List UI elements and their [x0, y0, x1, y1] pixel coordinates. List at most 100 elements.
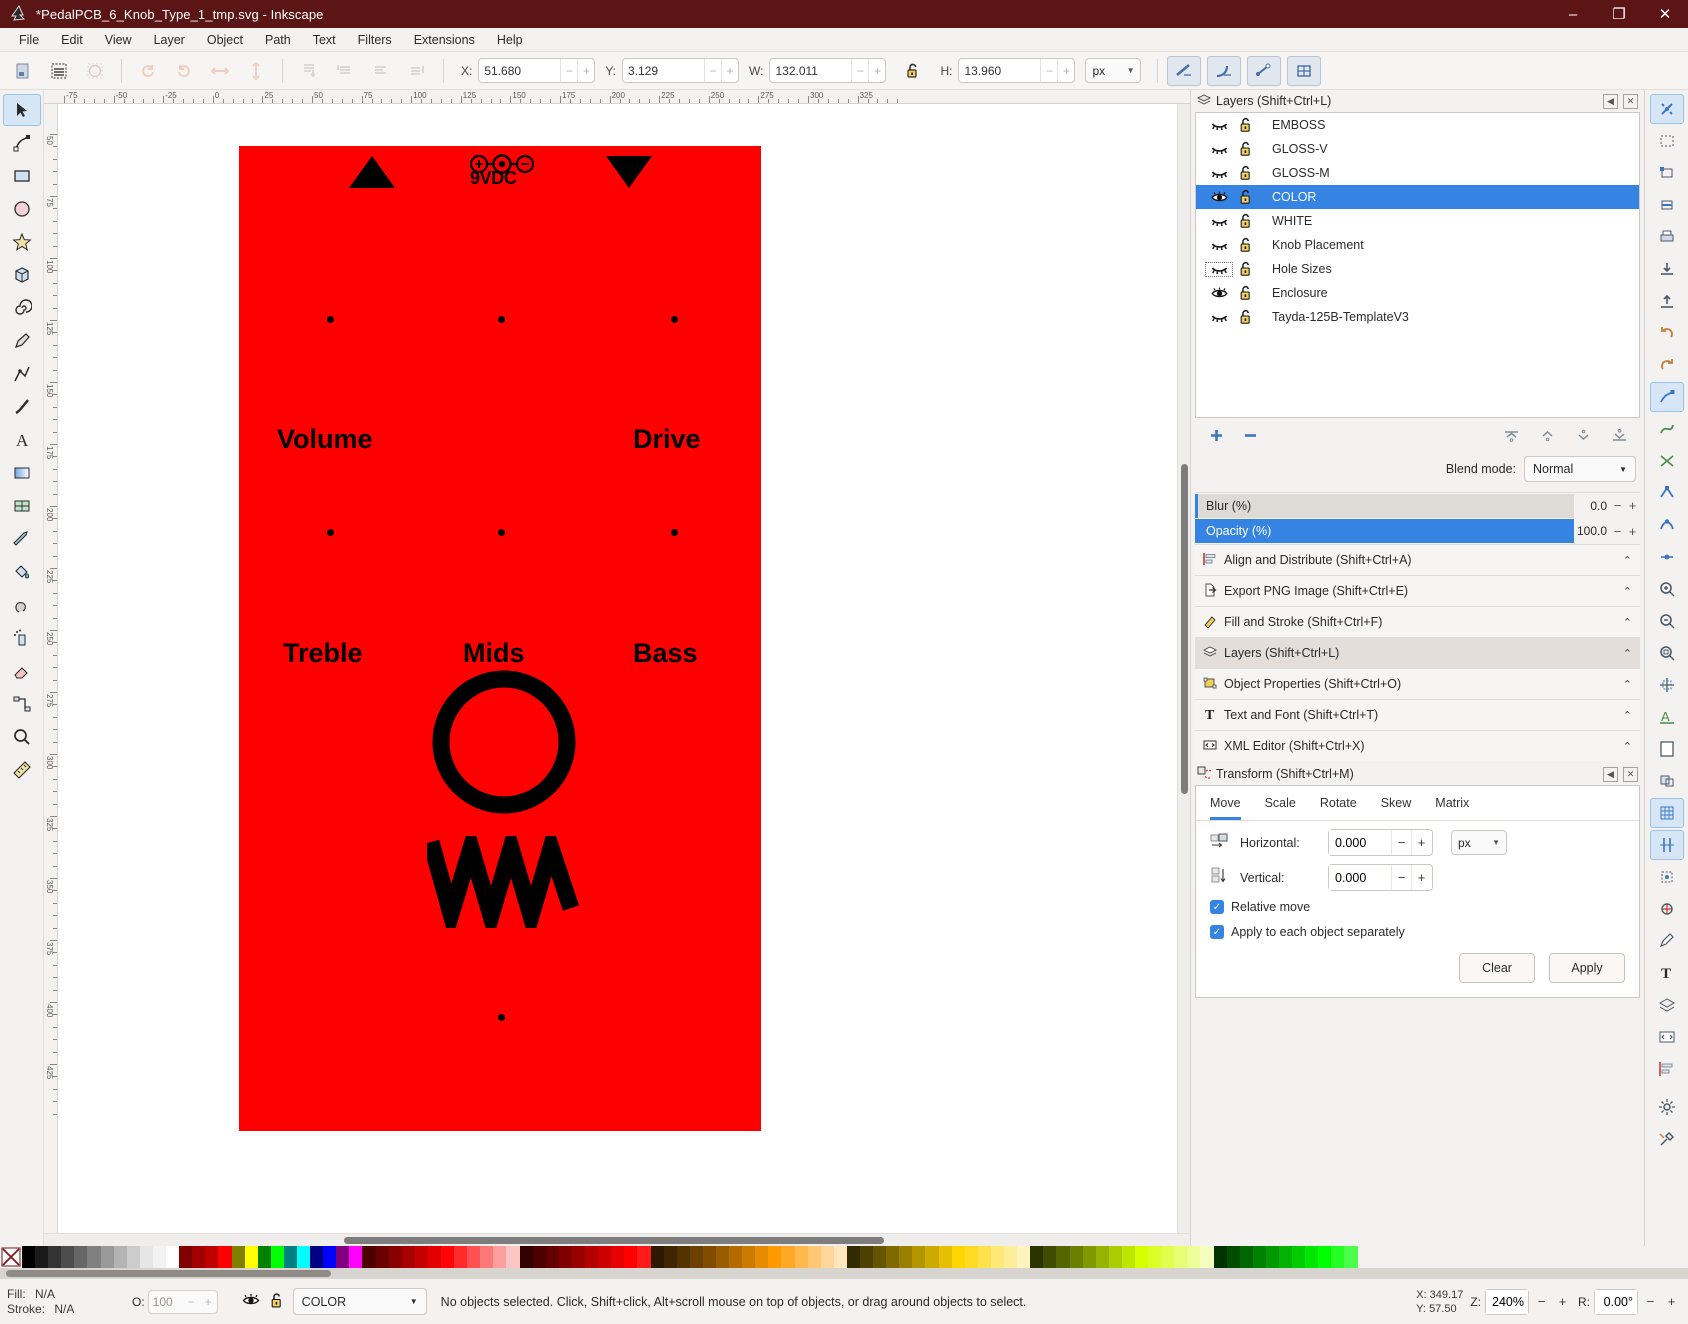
- palette-swatch[interactable]: [598, 1246, 612, 1268]
- palette-swatch[interactable]: [558, 1246, 572, 1268]
- palette-swatch[interactable]: [899, 1246, 913, 1268]
- eye-closed-icon[interactable]: [1206, 239, 1232, 252]
- snap-redo-icon[interactable]: [1650, 350, 1684, 380]
- palette-swatch[interactable]: [1252, 1246, 1266, 1268]
- w-field[interactable]: − +: [769, 58, 887, 83]
- palette-swatch[interactable]: [794, 1246, 808, 1268]
- palette-swatch[interactable]: [362, 1246, 376, 1268]
- palette-swatch[interactable]: [441, 1246, 455, 1268]
- snap-zoom-page-icon[interactable]: [1650, 638, 1684, 668]
- y-decrement[interactable]: −: [704, 59, 721, 82]
- horizontal-scrollbar-thumb[interactable]: [344, 1237, 884, 1244]
- unlock-icon[interactable]: [1232, 213, 1258, 229]
- w-decrement[interactable]: −: [851, 59, 868, 82]
- palette-swatch[interactable]: [768, 1246, 782, 1268]
- blur-value[interactable]: 0.0: [1574, 499, 1610, 513]
- palette-swatch[interactable]: [781, 1246, 795, 1268]
- palette-swatch[interactable]: [401, 1246, 415, 1268]
- tab-matrix[interactable]: Matrix: [1435, 796, 1469, 820]
- snap-guide-icon[interactable]: [1649, 830, 1684, 860]
- palette-swatch[interactable]: [192, 1246, 206, 1268]
- palette-swatch[interactable]: [179, 1246, 193, 1268]
- snap-smooth-node-icon[interactable]: [1650, 510, 1684, 540]
- opacity-increment[interactable]: +: [200, 1295, 217, 1309]
- zoom-increment[interactable]: +: [1554, 1294, 1571, 1309]
- snap-object-icon[interactable]: [1650, 766, 1684, 796]
- snap-grid-icon[interactable]: [1649, 798, 1684, 828]
- snap-cusp-node-icon[interactable]: [1650, 478, 1684, 508]
- palette-swatch[interactable]: [1213, 1246, 1227, 1268]
- menu-layer[interactable]: Layer: [143, 30, 196, 50]
- eye-closed-icon[interactable]: [1206, 215, 1232, 228]
- eye-open-icon[interactable]: [1206, 191, 1232, 204]
- palette-swatch[interactable]: [977, 1246, 991, 1268]
- opacity-decrement[interactable]: −: [1610, 524, 1625, 539]
- palette-swatch[interactable]: [35, 1246, 49, 1268]
- rotation-field[interactable]: [1594, 1288, 1638, 1315]
- rotation-increment[interactable]: +: [1663, 1294, 1680, 1309]
- blur-decrement[interactable]: −: [1610, 498, 1625, 513]
- menu-path[interactable]: Path: [254, 30, 302, 50]
- tab-rotate[interactable]: Rotate: [1320, 796, 1357, 820]
- snap-zoom-in-icon[interactable]: [1650, 574, 1684, 604]
- h-increment[interactable]: +: [1057, 59, 1074, 82]
- snap-zoom-sel-icon[interactable]: [1650, 606, 1684, 636]
- palette-swatch[interactable]: [100, 1246, 114, 1268]
- snap-path-intersection-icon[interactable]: [1650, 446, 1684, 476]
- menu-extensions[interactable]: Extensions: [403, 30, 486, 50]
- dock-item-xml-editor[interactable]: XML Editor (Shift+Ctrl+X) ⌃: [1195, 730, 1640, 761]
- snap-center-icon[interactable]: [1650, 670, 1684, 700]
- palette-swatch[interactable]: [519, 1246, 533, 1268]
- snap-tools-icon[interactable]: [1650, 1124, 1684, 1154]
- palette-swatch[interactable]: [218, 1246, 232, 1268]
- palette-swatch[interactable]: [1305, 1246, 1319, 1268]
- paint-bucket-tool[interactable]: [3, 556, 41, 588]
- horizontal-decrement[interactable]: −: [1391, 830, 1411, 855]
- blend-mode-select[interactable]: Normal ▼: [1524, 456, 1636, 482]
- unlock-icon[interactable]: [1232, 165, 1258, 181]
- horizontal-ruler[interactable]: -75 -50 -25 0 25 50 75 100 125 150 175 200 225 250 275…: [44, 90, 1190, 104]
- unlock-icon[interactable]: [1232, 237, 1258, 253]
- palette-swatch[interactable]: [152, 1246, 167, 1268]
- dropper-tool[interactable]: [3, 523, 41, 555]
- dock-item-object-properties[interactable]: Object Properties (Shift+Ctrl+O) ⌃: [1195, 668, 1640, 699]
- snap-node-export-icon[interactable]: [1650, 286, 1684, 316]
- affect-rounded-corners-icon[interactable]: [1207, 55, 1242, 86]
- remove-layer-button[interactable]: [1237, 424, 1263, 446]
- menu-edit[interactable]: Edit: [50, 30, 94, 50]
- palette-swatch[interactable]: [480, 1246, 494, 1268]
- palette-swatch[interactable]: [231, 1246, 245, 1268]
- raise-to-top-icon[interactable]: [400, 56, 434, 86]
- palette-swatch[interactable]: [886, 1246, 900, 1268]
- layer-row-white[interactable]: WHITE: [1196, 209, 1639, 233]
- tweak-tool[interactable]: [3, 589, 41, 621]
- opacity-increment[interactable]: +: [1625, 524, 1640, 539]
- palette-swatch[interactable]: [1095, 1246, 1109, 1268]
- spray-tool[interactable]: [3, 622, 41, 654]
- layers-list[interactable]: EMBOSS GLOSS-V GLOSS-M COLOR WHITE Knob …: [1195, 112, 1640, 418]
- palette-swatch[interactable]: [689, 1246, 703, 1268]
- palette-swatch[interactable]: [427, 1246, 441, 1268]
- rotate-ccw-icon[interactable]: [131, 56, 165, 86]
- unlock-icon[interactable]: [1232, 117, 1258, 133]
- palette-swatch[interactable]: [113, 1246, 127, 1268]
- layer-row-gloss-m[interactable]: GLOSS-M: [1196, 161, 1639, 185]
- transform-panel-float-button[interactable]: ◀: [1603, 766, 1618, 782]
- palette-swatch[interactable]: [48, 1246, 62, 1268]
- color-palette[interactable]: [22, 1246, 1688, 1268]
- tab-scale[interactable]: Scale: [1265, 796, 1296, 820]
- artboard[interactable]: 9VDC Volume Drive Treble Mids Bass: [239, 146, 761, 1131]
- zoom-field[interactable]: [1485, 1288, 1529, 1315]
- palette-swatch[interactable]: [74, 1246, 88, 1268]
- snap-align-icon[interactable]: [1650, 1054, 1684, 1084]
- palette-swatch[interactable]: [139, 1246, 153, 1268]
- lower-icon[interactable]: [364, 56, 398, 86]
- snap-node-import-icon[interactable]: [1650, 254, 1684, 284]
- snap-text-baseline-icon[interactable]: A: [1650, 702, 1684, 732]
- selector-tool[interactable]: [2, 94, 41, 126]
- palette-swatch[interactable]: [1331, 1246, 1345, 1268]
- vertical-scrollbar[interactable]: [1177, 104, 1190, 1233]
- snap-text-icon[interactable]: T: [1650, 958, 1684, 988]
- y-field[interactable]: − +: [622, 58, 740, 83]
- transform-panel-close-button[interactable]: ✕: [1623, 766, 1638, 782]
